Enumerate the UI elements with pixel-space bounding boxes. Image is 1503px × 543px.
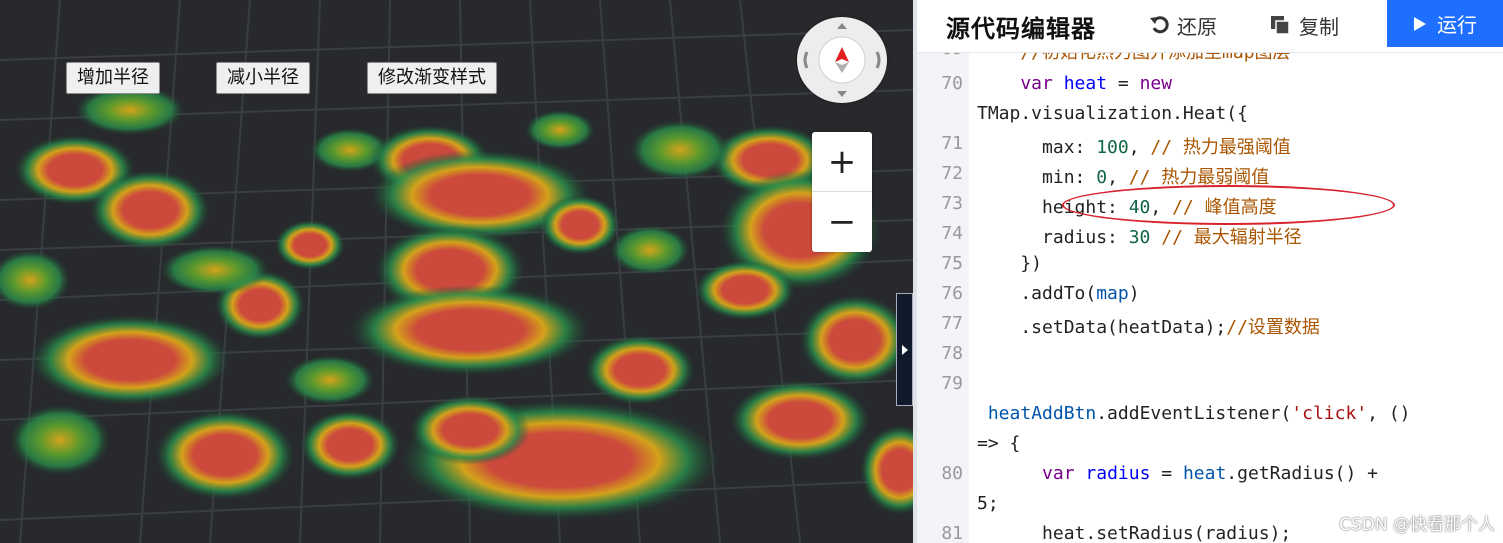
heat-peaks: [0, 85, 913, 520]
chevron-right-icon: [901, 344, 908, 355]
code-area[interactable]: 69 //初始化热力图并添加至map图层 70 var heat = new T…: [917, 53, 1503, 543]
line-number: 77: [941, 313, 963, 334]
restore-button[interactable]: 还原: [1149, 11, 1217, 39]
code-line: }): [977, 253, 1043, 274]
editor-header: 源代码编辑器 还原 复制 运行: [917, 0, 1503, 53]
line-number: 69: [917, 53, 963, 59]
compass-icon: [803, 23, 881, 97]
compass-control[interactable]: [797, 17, 887, 103]
plus-icon: +: [827, 141, 857, 182]
undo-icon: [1150, 16, 1169, 34]
code-line: .addTo(map): [977, 283, 1140, 304]
line-number: 73: [941, 193, 963, 214]
highlight-annotation: [1062, 185, 1395, 225]
line-number: 71: [941, 133, 963, 154]
line-number: 70: [941, 73, 963, 94]
code-line: var heat = new: [977, 73, 1173, 94]
editor-title: 源代码编辑器: [946, 15, 1096, 43]
line-number: 80: [941, 463, 963, 484]
line-number: 78: [941, 343, 963, 364]
copy-button[interactable]: 复制: [1269, 11, 1339, 39]
code-line: heatAddBtn.addEventListener('click', (): [987, 403, 1411, 424]
decrease-radius-button[interactable]: 减小半径: [216, 62, 310, 94]
change-gradient-button[interactable]: 修改渐变样式: [367, 62, 497, 94]
zoom-out-button[interactable]: −: [812, 192, 872, 251]
copy-icon: [1271, 16, 1290, 35]
code-editor-panel: 源代码编辑器 还原 复制 运行 69 //初始化热力图并添加至map图层 70: [917, 0, 1503, 543]
panel-collapse-toggle[interactable]: [896, 293, 913, 406]
code-line: 5;: [977, 493, 999, 514]
code-line: max: 100, // 热力最强阈值: [977, 137, 1291, 158]
code-line: => {: [977, 433, 1021, 454]
code-line: heat.setRadius(radius);: [977, 523, 1292, 543]
minus-icon: −: [827, 201, 857, 242]
code-line: //初始化热力图并添加至map图层: [977, 53, 1290, 64]
code-line: var radius = heat.getRadius() +: [977, 463, 1379, 484]
zoom-in-button[interactable]: +: [812, 132, 872, 192]
line-number: 74: [941, 223, 963, 244]
zoom-control: + −: [812, 132, 872, 252]
restore-label: 还原: [1177, 14, 1217, 39]
line-number: 76: [941, 283, 963, 304]
play-icon: [1414, 16, 1426, 31]
line-number: 81: [941, 523, 963, 543]
copy-label: 复制: [1299, 14, 1339, 39]
code-line: radius: 30 // 最大辐射半径: [977, 227, 1302, 248]
increase-radius-button[interactable]: 增加半径: [66, 62, 160, 94]
line-number: 79: [941, 373, 963, 394]
map-view[interactable]: 增加半径 减小半径 修改渐变样式 + −: [0, 0, 913, 543]
code-line: TMap.visualization.Heat({: [977, 103, 1248, 124]
line-number: 75: [941, 253, 963, 274]
line-number: 72: [941, 163, 963, 184]
watermark: CSDN @快看那个人: [1339, 515, 1495, 535]
code-line: .setData(heatData);//设置数据: [977, 317, 1320, 338]
run-button[interactable]: 运行: [1387, 0, 1503, 47]
run-label: 运行: [1437, 13, 1477, 37]
